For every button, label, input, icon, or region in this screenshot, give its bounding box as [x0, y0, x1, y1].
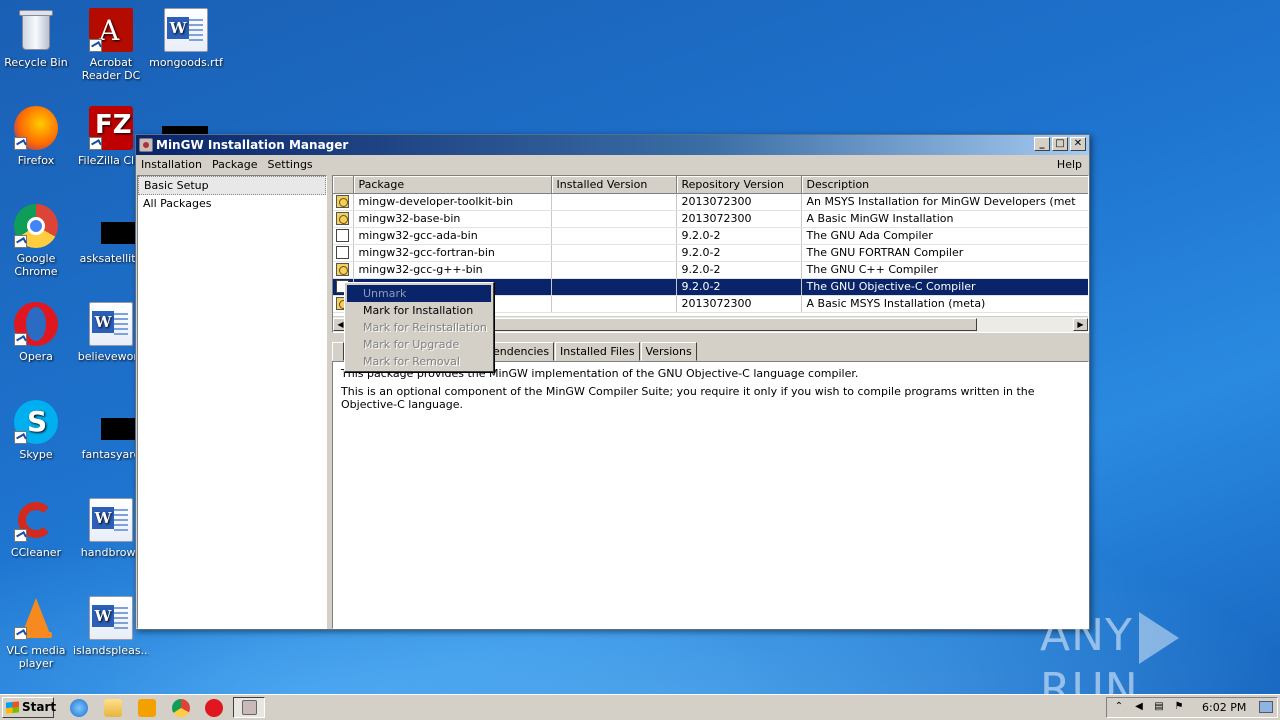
menu-item-mark-for-upgrade[interactable]: Mark for Upgrade	[347, 336, 491, 353]
word-doc-icon: W	[164, 8, 208, 52]
system-tray: ⌃ ◀ ▤ ⚑ 6:02 PM	[1106, 697, 1278, 718]
package-context-menu: Unmark Mark for Installation Mark for Re…	[344, 282, 494, 372]
action-center-flag-icon[interactable]: ⚑	[1173, 701, 1185, 713]
word-doc-icon: W	[89, 302, 133, 346]
package-status-icon[interactable]	[336, 263, 350, 277]
recycle-bin-icon	[14, 8, 58, 52]
desktop-icon-acrobat[interactable]: A Acrobat Reader DC	[73, 8, 149, 82]
package-status-icon[interactable]	[336, 212, 350, 226]
taskbar-mingw-button[interactable]	[233, 697, 265, 718]
column-description[interactable]: Description	[801, 176, 1088, 194]
ie-icon[interactable]	[70, 699, 88, 717]
menu-bar: Installation Package Settings Help	[136, 155, 1089, 174]
category-pane: Basic Setup All Packages	[137, 175, 327, 629]
tray-expand-icon[interactable]: ⌃	[1113, 701, 1125, 713]
maximize-button[interactable]: □	[1052, 137, 1068, 151]
play-logo-icon	[1138, 612, 1179, 664]
firefox-icon	[14, 106, 58, 150]
menu-item-unmark[interactable]: Unmark	[347, 285, 491, 302]
shortcut-arrow-icon	[89, 39, 102, 52]
vlc-icon	[14, 596, 58, 640]
package-row[interactable]: mingw32-gcc-ada-bin 9.2.0-2 The GNU Ada …	[333, 227, 1088, 245]
opera-icon	[14, 302, 58, 346]
title-bar[interactable]: MinGW Installation Manager _ □ ✕	[136, 135, 1089, 155]
menu-help[interactable]: Help	[1052, 155, 1087, 174]
black-file-icon	[89, 400, 145, 444]
tab-versions[interactable]: Versions	[640, 342, 697, 361]
package-table-header: Package Installed Version Repository Ver…	[333, 176, 1088, 194]
start-button[interactable]: Start	[2, 697, 56, 718]
word-doc-icon: W	[89, 498, 133, 542]
package-status-icon[interactable]	[336, 195, 350, 209]
word-doc-icon: W	[89, 596, 133, 640]
menu-item-mark-for-installation[interactable]: Mark for Installation	[347, 302, 491, 319]
menu-item-mark-for-removal[interactable]: Mark for Removal	[347, 353, 491, 370]
mingw-taskbar-icon	[242, 700, 257, 715]
menu-installation[interactable]: Installation	[136, 155, 207, 174]
column-status[interactable]	[333, 176, 354, 194]
desktop-icon-chrome[interactable]: Google Chrome	[0, 204, 74, 278]
skype-icon: S	[14, 400, 58, 444]
desktop-icon-recycle-bin[interactable]: Recycle Bin	[0, 8, 74, 69]
ccleaner-icon	[14, 498, 58, 542]
category-basic-setup[interactable]: Basic Setup	[138, 176, 326, 195]
window-title: MinGW Installation Manager	[156, 138, 349, 152]
acrobat-icon: A	[89, 8, 133, 52]
menu-package[interactable]: Package	[207, 155, 263, 174]
clock[interactable]: 6:02 PM	[1202, 698, 1246, 717]
media-player-icon[interactable]	[138, 699, 156, 717]
windows-logo-icon	[6, 701, 19, 714]
column-package[interactable]: Package	[353, 176, 552, 194]
chrome-taskbar-icon[interactable]	[172, 699, 190, 717]
column-installed-version[interactable]: Installed Version	[551, 176, 677, 194]
package-row[interactable]: mingw32-base-bin 2013072300 A Basic MinG…	[333, 210, 1088, 228]
package-checkbox[interactable]	[336, 246, 350, 260]
package-checkbox[interactable]	[336, 229, 350, 243]
package-row[interactable]: mingw32-gcc-fortran-bin 9.2.0-2 The GNU …	[333, 244, 1088, 262]
opera-taskbar-icon[interactable]	[205, 699, 223, 717]
tab-description[interactable]	[332, 342, 344, 361]
explorer-folder-icon[interactable]	[104, 699, 122, 717]
show-desktop-icon[interactable]	[1259, 701, 1273, 713]
description-line: This is an optional component of the Min…	[341, 385, 1035, 411]
category-all-packages[interactable]: All Packages	[138, 195, 326, 212]
mingw-app-icon	[139, 138, 153, 152]
menu-settings[interactable]: Settings	[263, 155, 318, 174]
desktop-icon-vlc[interactable]: VLC media player	[0, 596, 74, 670]
tab-installed-files[interactable]: Installed Files	[555, 342, 640, 361]
filezilla-icon: FZ	[89, 106, 133, 150]
desktop-icon-ccleaner[interactable]: CCleaner	[0, 498, 74, 559]
desktop-icon-opera[interactable]: Opera	[0, 302, 74, 363]
desktop-icon-mongoods[interactable]: W mongoods.rtf	[148, 8, 224, 69]
close-button[interactable]: ✕	[1070, 137, 1086, 151]
black-icon-behind-window	[162, 126, 208, 134]
black-file-icon	[89, 204, 145, 248]
menu-item-mark-for-reinstallation[interactable]: Mark for Reinstallation	[347, 319, 491, 336]
network-icon[interactable]: ▤	[1153, 701, 1165, 713]
volume-icon[interactable]: ◀	[1133, 701, 1145, 713]
minimize-button[interactable]: _	[1034, 137, 1050, 151]
chrome-icon	[14, 204, 58, 248]
desktop-icon-skype[interactable]: S Skype	[0, 400, 74, 461]
desktop-icon-firefox[interactable]: Firefox	[0, 106, 74, 167]
package-row[interactable]: mingw32-gcc-g++-bin 9.2.0-2 The GNU C++ …	[333, 261, 1088, 279]
scroll-right-arrow-icon[interactable]: ▶	[1073, 318, 1088, 331]
mingw-installation-manager-window: MinGW Installation Manager _ □ ✕ Install…	[135, 134, 1090, 630]
package-row[interactable]: mingw-developer-toolkit-bin 2013072300 A…	[333, 193, 1088, 211]
taskbar: Start ⌃ ◀ ▤ ⚑ 6:02 PM	[0, 694, 1280, 720]
package-description: This package provides the MinGW implemen…	[332, 361, 1089, 629]
column-repository-version[interactable]: Repository Version	[676, 176, 802, 194]
